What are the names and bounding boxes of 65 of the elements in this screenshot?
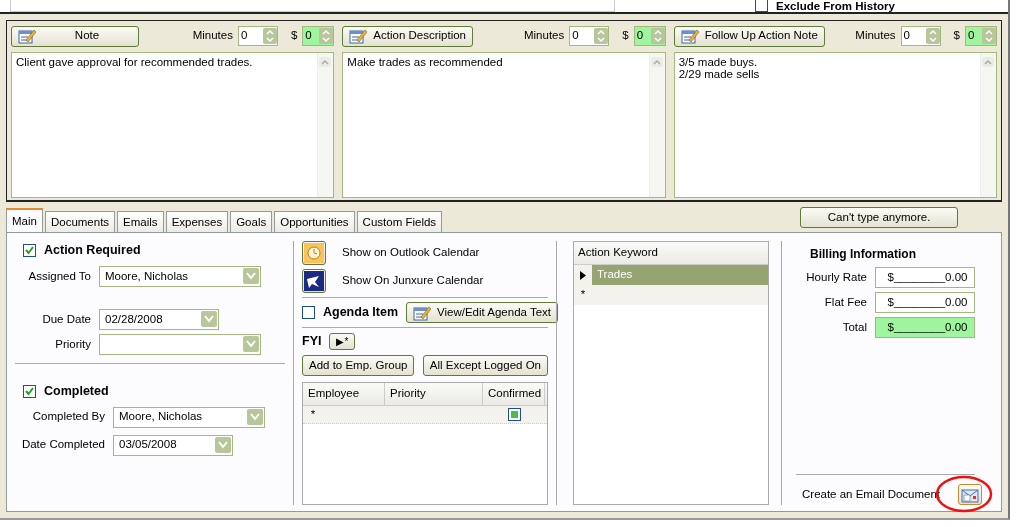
minutes-label: Minutes (192, 28, 233, 44)
note-line: 3/5 made buys. (678, 56, 759, 68)
minutes-spinner[interactable]: 0 (237, 26, 278, 46)
note-button[interactable]: Follow Up Action Note (673, 25, 825, 47)
dropdown-field[interactable]: 03/05/2008 (113, 434, 233, 456)
field-label: Completed By (31, 409, 105, 425)
tab[interactable]: Documents (44, 211, 116, 232)
calendar-label: Show on Outlook Calendar (342, 245, 480, 261)
amount-field[interactable]: $________0.00 (875, 292, 975, 313)
amount-spinner[interactable]: 0 (965, 26, 997, 46)
minutes-label: Minutes (855, 28, 896, 44)
note-button[interactable]: Action Description (342, 25, 473, 47)
field-label: Total (841, 319, 867, 335)
tab[interactable]: Main (6, 208, 43, 232)
status-button[interactable]: Can't type anymore. (800, 207, 959, 228)
minutes-spinner[interactable]: 0 (569, 26, 610, 46)
currency-label: $ (953, 28, 960, 44)
dropdown-field[interactable]: Moore, Nicholas (113, 406, 265, 428)
new-row-marker: * (579, 287, 587, 303)
fyi-button[interactable]: ▶* (329, 332, 356, 350)
amount-field[interactable]: $________0.00 (875, 267, 975, 288)
currency-label: $ (622, 28, 629, 44)
note-line: 2/29 made sells (678, 68, 761, 80)
currency-label: $ (290, 28, 298, 44)
tab[interactable]: Custom Fields (356, 211, 443, 232)
section-label: Completed (44, 382, 109, 400)
tab[interactable]: Emails (117, 211, 164, 232)
field-label: Hourly Rate (805, 269, 867, 285)
field-label: Date Completed (21, 437, 105, 453)
new-row-marker: * (309, 406, 317, 422)
note-textarea[interactable]: Make trades as recommended (342, 52, 666, 198)
field-label: Assigned To (27, 268, 91, 284)
group-button[interactable]: All Except Logged On (422, 354, 548, 376)
employee-grid[interactable]: Employee Priority Confirmed * (302, 381, 548, 505)
note-textarea[interactable]: Client gave approval for recommended trades. (11, 52, 335, 198)
group-button[interactable]: Add to Emp. Group (302, 354, 415, 376)
keyword-grid[interactable]: Action Keyword Trades * (573, 241, 769, 505)
tab[interactable]: Opportunities (274, 211, 355, 232)
calendar-label: Show On Junxure Calendar (342, 273, 484, 289)
billing-title: Billing Information (810, 246, 917, 263)
amount-spinner[interactable]: 0 (633, 26, 666, 46)
note-line: Make trades as recommended (347, 56, 504, 68)
fyi-label: FYI (302, 333, 322, 350)
amount-field[interactable]: $________0.00 (875, 317, 975, 338)
field-label: Flat Fee (823, 294, 867, 310)
column-header: Confirmed (483, 382, 545, 405)
checkbox-label: Exclude From History (776, 0, 895, 12)
note-textarea[interactable]: 3/5 made buys. 2/29 made sells (673, 52, 997, 198)
note-line: Client gave approval for recommended trades. (16, 56, 254, 68)
section-label: Action Required (44, 242, 141, 259)
agenda-text-button[interactable]: View/Edit Agenda Text (406, 302, 559, 323)
note-button[interactable]: Note (11, 25, 139, 47)
field-label: Due Date (41, 311, 91, 327)
column-header: Employee (303, 382, 385, 405)
column-header: Priority (385, 382, 483, 405)
minutes-spinner[interactable]: 0 (900, 26, 941, 46)
tab[interactable]: Goals (230, 211, 273, 232)
minutes-label: Minutes (523, 28, 565, 44)
column-header: Action Keyword (578, 245, 658, 261)
amount-spinner[interactable]: 0 (302, 26, 335, 46)
dropdown-field[interactable]: 02/28/2008 (99, 308, 219, 330)
tab[interactable]: Expenses (165, 211, 229, 232)
dropdown-field[interactable]: Moore, Nicholas (99, 265, 261, 287)
section-label: Agenda Item (323, 304, 398, 322)
field-label: Priority (54, 336, 91, 352)
